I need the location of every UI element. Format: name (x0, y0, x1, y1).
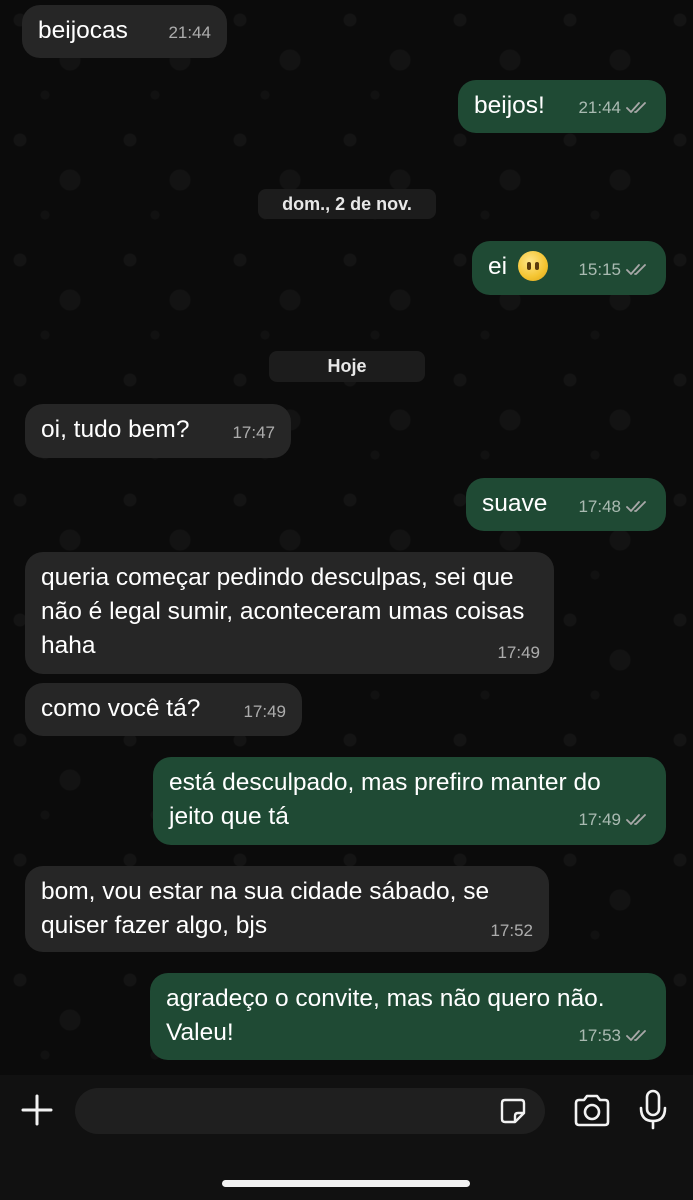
message-time: 15:15 (578, 260, 621, 279)
plus-icon[interactable] (20, 1093, 54, 1127)
read-receipt-icon (626, 813, 650, 827)
message-meta: 15:15 (578, 260, 650, 280)
read-receipt-icon (626, 101, 650, 115)
incoming-message[interactable]: como você tá? 17:49 (25, 683, 302, 736)
camera-icon[interactable] (572, 1093, 612, 1129)
composer-bar (0, 1075, 693, 1200)
message-meta: 21:44 (578, 98, 650, 118)
outgoing-message[interactable]: agradeço o convite, mas não quero não. V… (150, 973, 666, 1060)
message-text: suave (482, 490, 548, 517)
message-text: como você tá? (41, 695, 201, 722)
chat-area[interactable]: beijocas 21:44 beijos! 21:44 dom., 2 de … (0, 0, 693, 1075)
message-time: 17:48 (578, 497, 621, 516)
message-time: 17:49 (243, 702, 286, 721)
outgoing-message[interactable]: beijos! 21:44 (458, 80, 666, 133)
microphone-icon[interactable] (638, 1089, 668, 1131)
incoming-message[interactable]: beijocas 21:44 (22, 5, 227, 58)
message-time: 21:44 (168, 23, 211, 42)
incoming-message[interactable]: oi, tudo bem? 17:47 (25, 404, 291, 458)
message-meta: 17:48 (578, 497, 650, 517)
sticker-icon[interactable] (499, 1097, 527, 1125)
outgoing-message[interactable]: suave 17:48 (466, 478, 666, 531)
message-time: 17:49 (497, 643, 540, 662)
message-text: oi, tudo bem? (41, 416, 190, 443)
outgoing-message[interactable]: ei 15:15 (472, 241, 666, 295)
face-without-mouth-emoji-icon (517, 250, 548, 281)
date-separator: Hoje (269, 351, 425, 382)
home-indicator[interactable] (222, 1180, 470, 1187)
read-receipt-icon (626, 1029, 650, 1043)
incoming-message[interactable]: queria começar pedindo desculpas, sei qu… (25, 552, 554, 674)
message-time: 17:53 (578, 1026, 621, 1045)
read-receipt-icon (626, 263, 650, 277)
message-input[interactable] (75, 1088, 545, 1134)
message-time: 17:47 (232, 423, 275, 442)
message-text: ei (488, 253, 508, 280)
incoming-message[interactable]: bom, vou estar na sua cidade sábado, se … (25, 866, 549, 952)
message-time: 17:49 (578, 810, 621, 829)
message-text: beijocas (38, 17, 128, 44)
read-receipt-icon (626, 500, 650, 514)
outgoing-message[interactable]: está desculpado, mas prefiro manter do j… (153, 757, 666, 845)
message-text: beijos! (474, 92, 545, 119)
date-separator: dom., 2 de nov. (258, 189, 436, 219)
message-meta: 17:53 (166, 1026, 650, 1046)
message-time: 21:44 (578, 98, 621, 117)
